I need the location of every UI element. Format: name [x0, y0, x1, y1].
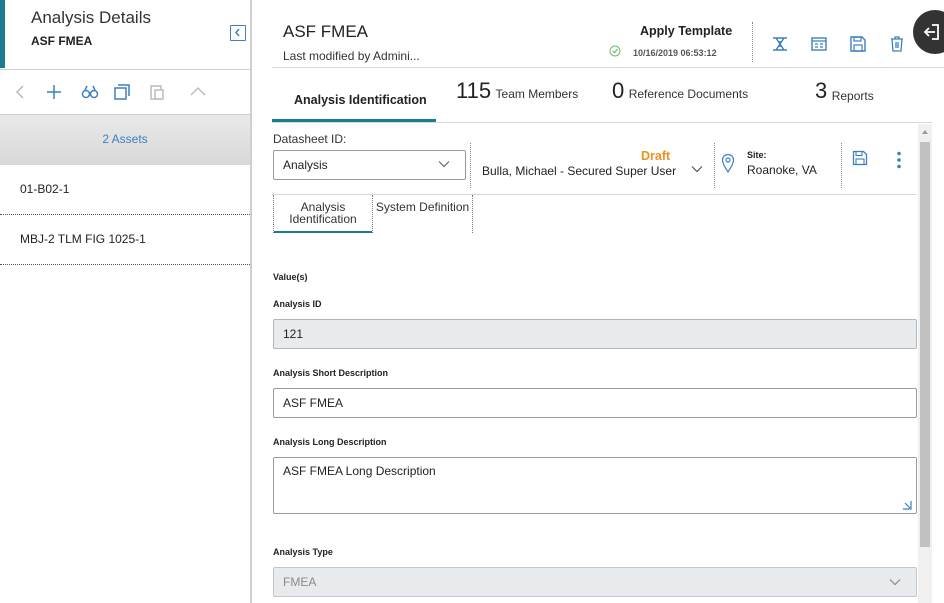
tab-label: Team Members [495, 87, 579, 101]
exit-icon [923, 24, 939, 40]
resize-handle-icon[interactable] [902, 500, 912, 510]
asset-row[interactable]: 01-B02-1 [0, 165, 250, 215]
location-pin-icon [721, 153, 735, 173]
tab-team-members[interactable]: 115 Team Members [456, 78, 578, 122]
short-description-label: Analysis Short Description [273, 368, 389, 378]
binoculars-icon[interactable] [80, 82, 100, 102]
tab-count: 3 [815, 78, 828, 103]
tab-count: 115 [456, 78, 492, 103]
tab-label: Reports [831, 89, 874, 103]
collapse-up-icon[interactable] [188, 82, 208, 102]
scroll-up-icon[interactable] [921, 128, 929, 136]
tab-label: Reference Documents [628, 87, 749, 101]
panel-subtitle: ASF FMEA [31, 34, 93, 48]
long-description-text: ASF FMEA Long Description [283, 464, 436, 478]
divider [470, 143, 471, 188]
header-divider-line [272, 67, 944, 68]
subtab-analysis-identification[interactable]: Analysis Identification [273, 195, 373, 233]
site-value: Roanoke, VA [747, 163, 817, 177]
paste-icon[interactable] [147, 82, 167, 102]
asset-toolbar [0, 69, 250, 115]
side-menu-button[interactable] [913, 10, 944, 54]
assets-header[interactable]: 2 Assets [0, 115, 250, 165]
back-icon[interactable] [10, 82, 30, 102]
analysis-type-select[interactable]: FMEA [273, 567, 917, 597]
status-badge: Draft [641, 149, 671, 163]
long-description-label: Analysis Long Description [273, 437, 387, 447]
tab-count: 0 [612, 78, 625, 103]
collapse-panel-button[interactable] [230, 25, 246, 41]
subtab-system-definition[interactable]: System Definition [373, 195, 473, 233]
report-icon[interactable] [810, 35, 828, 53]
divider [714, 143, 715, 188]
accent-bar [0, 0, 5, 68]
datasheet-select[interactable]: Analysis [273, 150, 466, 180]
delete-icon[interactable] [888, 35, 906, 53]
tab-reference-documents[interactable]: 0 Reference Documents [612, 78, 748, 122]
owner-label: Bulla, Michael - Secured Super User [482, 164, 677, 178]
tab-label: Analysis Identification [294, 93, 427, 107]
site-label: Site: [747, 150, 767, 160]
rcm-icon[interactable] [771, 35, 789, 53]
add-icon[interactable] [44, 82, 64, 102]
chevron-down-icon[interactable] [690, 162, 704, 176]
datasheet-label: Datasheet ID: [273, 132, 347, 146]
check-icon [609, 45, 621, 57]
tab-reports[interactable]: 3 Reports [815, 78, 874, 122]
analysis-type-label: Analysis Type [273, 547, 333, 557]
header-divider [752, 22, 753, 62]
chevron-down-icon [889, 579, 901, 586]
asset-row[interactable]: MBJ-2 TLM FIG 1025-1 [0, 215, 250, 265]
apply-template-button[interactable]: Apply Template [640, 24, 732, 38]
long-description-field[interactable]: ASF FMEA Long Description [273, 457, 917, 514]
save-icon[interactable] [852, 150, 868, 166]
analysis-id-label: Analysis ID [273, 299, 322, 309]
more-options-icon[interactable] [896, 151, 902, 169]
left-panel: Analysis Details ASF FMEA 2 Assets 01-B0… [0, 0, 252, 603]
analysis-type-value: FMEA [283, 575, 317, 589]
tabs-divider [272, 122, 932, 123]
datasheet-value: Analysis [283, 158, 328, 172]
chevron-left-icon [235, 28, 240, 37]
short-description-field[interactable]: ASF FMEA [273, 388, 917, 418]
tab-analysis-identification[interactable]: Analysis Identification [294, 91, 427, 135]
chevron-down-icon [438, 161, 450, 168]
copy-icon[interactable] [112, 82, 132, 102]
save-icon[interactable] [849, 35, 867, 53]
panel-title: Analysis Details [31, 8, 151, 27]
scrollbar-thumb[interactable] [920, 142, 930, 547]
section-label: Value(s) [273, 272, 308, 282]
analysis-id-field[interactable]: 121 [273, 319, 917, 349]
last-modified: Last modified by Admini... [283, 49, 420, 63]
modified-timestamp: 10/16/2019 06:53:12 [633, 48, 717, 58]
divider [841, 143, 842, 188]
page-title: ASF FMEA [283, 22, 369, 41]
